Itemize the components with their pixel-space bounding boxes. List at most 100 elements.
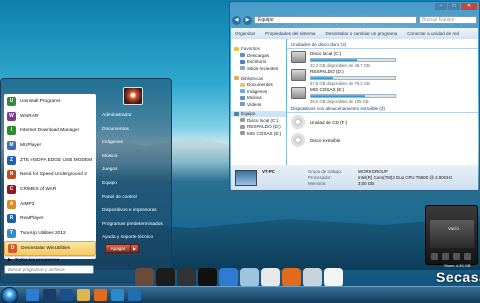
- tuneup-icon: T: [7, 229, 16, 239]
- start-menu-links: Administrador Documentos Imágenes Música…: [99, 87, 169, 263]
- link-default-programs[interactable]: Programas predeterminados: [99, 218, 169, 232]
- program-item[interactable]: W WinRAR: [4, 109, 96, 124]
- uninstall-icon: U: [7, 96, 16, 106]
- program-item[interactable]: U Uninstall Programs: [4, 94, 96, 109]
- firefox-icon[interactable]: [282, 268, 301, 287]
- desktop-gadget[interactable]: Vacío: [425, 205, 478, 265]
- program-list: U Uninstall Programs W WinRAR I Internet Do…: [4, 94, 96, 263]
- start-orb-icon[interactable]: [1, 287, 18, 303]
- section-removable[interactable]: Dispositivos con almacenamiento extraíbl…: [287, 105, 478, 113]
- firefox-taskbar-icon[interactable]: [94, 289, 107, 301]
- program-item[interactable]: N Need for Speed Underground 2: [4, 167, 96, 182]
- media-player-taskbar-icon[interactable]: [60, 289, 73, 301]
- nav-libraries[interactable]: Bibliotecas: [231, 75, 286, 82]
- gadget-next-icon[interactable]: [453, 253, 460, 260]
- gadget-settings-icon[interactable]: [464, 253, 471, 260]
- program-item[interactable]: Z ZTE HSDPA EDGE USB MODEM: [4, 153, 96, 168]
- nav-favorites[interactable]: Favoritos: [231, 45, 286, 52]
- workgroup-label: Grupo de trabajo:: [308, 169, 343, 174]
- map-network-drive-button[interactable]: Conectar a unidad de red: [407, 31, 459, 36]
- uninstall-program-button[interactable]: Desinstalar o cambiar un programa: [325, 31, 397, 36]
- pc-name: VT-PC: [262, 169, 275, 174]
- address-field[interactable]: Equipo: [254, 16, 417, 24]
- link-computer[interactable]: Equipo: [99, 177, 169, 191]
- downloads-icon: [240, 53, 245, 58]
- shutdown-button[interactable]: Apagar: [105, 244, 131, 253]
- bowling-ball-icon[interactable]: [156, 268, 175, 287]
- shutdown-options-arrow-icon[interactable]: ▶: [131, 244, 139, 253]
- maximize-button[interactable]: □: [448, 3, 460, 10]
- muplayer-icon: M: [7, 140, 16, 150]
- hard-drive-icon: [291, 69, 306, 81]
- player-taskbar-icon[interactable]: [128, 289, 141, 301]
- system-properties-button[interactable]: Propiedades del sistema: [265, 31, 315, 36]
- minimize-button[interactable]: –: [435, 3, 447, 10]
- cd-drive-item[interactable]: Unidad de CD (F:): [287, 113, 478, 131]
- drive-usage-bar: [310, 58, 396, 62]
- drive-usage-bar: [310, 94, 396, 98]
- section-hard-drives[interactable]: Unidades de disco duro (3): [287, 41, 478, 49]
- program-item-highlighted[interactable]: D Desinstalar WinUtilities: [4, 240, 96, 256]
- explorer-window[interactable]: – □ ✕ ◀ ▶ Equipo Buscar Equipo Organizar…: [229, 1, 480, 191]
- drive-name: RESPALDO (D:): [310, 69, 344, 74]
- close-button[interactable]: ✕: [461, 3, 477, 10]
- nav-item-videos[interactable]: Vídeos: [231, 101, 286, 108]
- address-bar-row: ◀ ▶ Equipo Buscar Equipo: [232, 15, 477, 25]
- cd-drive-icon: [291, 115, 305, 129]
- calendar-icon[interactable]: [261, 268, 280, 287]
- removable-disk-item[interactable]: Disco extraíble: [287, 131, 478, 149]
- ie-icon[interactable]: [219, 268, 238, 287]
- aimp-icon: A: [7, 199, 16, 209]
- link-help-support[interactable]: Ayuda y soporte técnico: [99, 231, 169, 245]
- watermark-brand: Secasa: [436, 269, 480, 285]
- drive-item[interactable]: RESPALDO (D:) 57,8 GB disponibles de 78,…: [287, 67, 478, 86]
- drive-icon: [240, 118, 245, 123]
- library-icon: [234, 76, 239, 80]
- glove-icon[interactable]: [198, 268, 217, 287]
- program-item[interactable]: R RealPlayer: [4, 212, 96, 227]
- nav-item-drive-e[interactable]: MIS COSAS (E:): [231, 130, 286, 137]
- explorer-search-input[interactable]: Buscar Equipo: [419, 16, 477, 24]
- link-control-panel[interactable]: Panel de control: [99, 191, 169, 205]
- videos-icon: [240, 102, 245, 107]
- mail-taskbar-icon[interactable]: [111, 289, 124, 301]
- link-games[interactable]: Juegos: [99, 163, 169, 177]
- link-devices-printers[interactable]: Dispositivos e impresoras: [99, 204, 169, 218]
- explorer-titlebar[interactable]: – □ ✕: [230, 2, 479, 14]
- program-item[interactable]: A AIMP3: [4, 197, 96, 212]
- program-item[interactable]: C CRIMES of WAR: [4, 182, 96, 197]
- drive-usage-fill: [311, 59, 358, 61]
- explorer-toolbar: Organizar Propiedades del sistema Desins…: [231, 28, 478, 39]
- link-administrator[interactable]: Administrador: [99, 109, 169, 123]
- back-arrow-icon[interactable]: ◀: [232, 15, 241, 25]
- realplayer-icon: R: [7, 214, 16, 224]
- drive-item[interactable]: Disco local (C:) 22,2 GB disponibles de …: [287, 49, 478, 68]
- ie-taskbar-icon[interactable]: [26, 289, 39, 301]
- gadget-prev-icon[interactable]: [431, 253, 438, 260]
- clock-icon[interactable]: [324, 268, 343, 287]
- start-search-input[interactable]: Buscar programas y archivos: [4, 264, 94, 274]
- link-music[interactable]: Música: [99, 150, 169, 164]
- network-icon[interactable]: [240, 268, 259, 287]
- folder-taskbar-icon[interactable]: [77, 289, 90, 301]
- removable-disk-icon: [291, 133, 305, 147]
- drive-name: MIS COSAS (E:): [310, 87, 345, 92]
- film-icon[interactable]: [177, 268, 196, 287]
- nav-item-recent[interactable]: Sitios recientes: [231, 65, 286, 72]
- drive-item[interactable]: MIS COSAS (E:) 38,0 GB disponibles de 10…: [287, 85, 478, 104]
- link-pictures[interactable]: Imágenes: [99, 136, 169, 150]
- gadget-play-icon[interactable]: [442, 253, 449, 260]
- organize-menu[interactable]: Organizar: [235, 31, 255, 36]
- photo-icon[interactable]: [135, 268, 154, 287]
- program-item[interactable]: T TuneUp Utilities 2012: [4, 226, 96, 241]
- user-avatar[interactable]: [123, 87, 143, 105]
- program-item[interactable]: I Internet Download Manager: [4, 123, 96, 138]
- program-item[interactable]: M MUPlayer: [4, 138, 96, 153]
- processor-value: Intel(R) Core(TM)2 Duo CPU T5800 @ 2.00G…: [358, 175, 453, 180]
- photoshop-taskbar-icon[interactable]: [43, 289, 56, 301]
- drive-free-space: 38,0 GB disponibles de 105 GB: [310, 99, 369, 104]
- forward-arrow-icon[interactable]: ▶: [243, 15, 252, 25]
- link-documents[interactable]: Documentos: [99, 123, 169, 137]
- drive-icon: [240, 124, 245, 129]
- recycle-bin-icon[interactable]: [303, 268, 322, 287]
